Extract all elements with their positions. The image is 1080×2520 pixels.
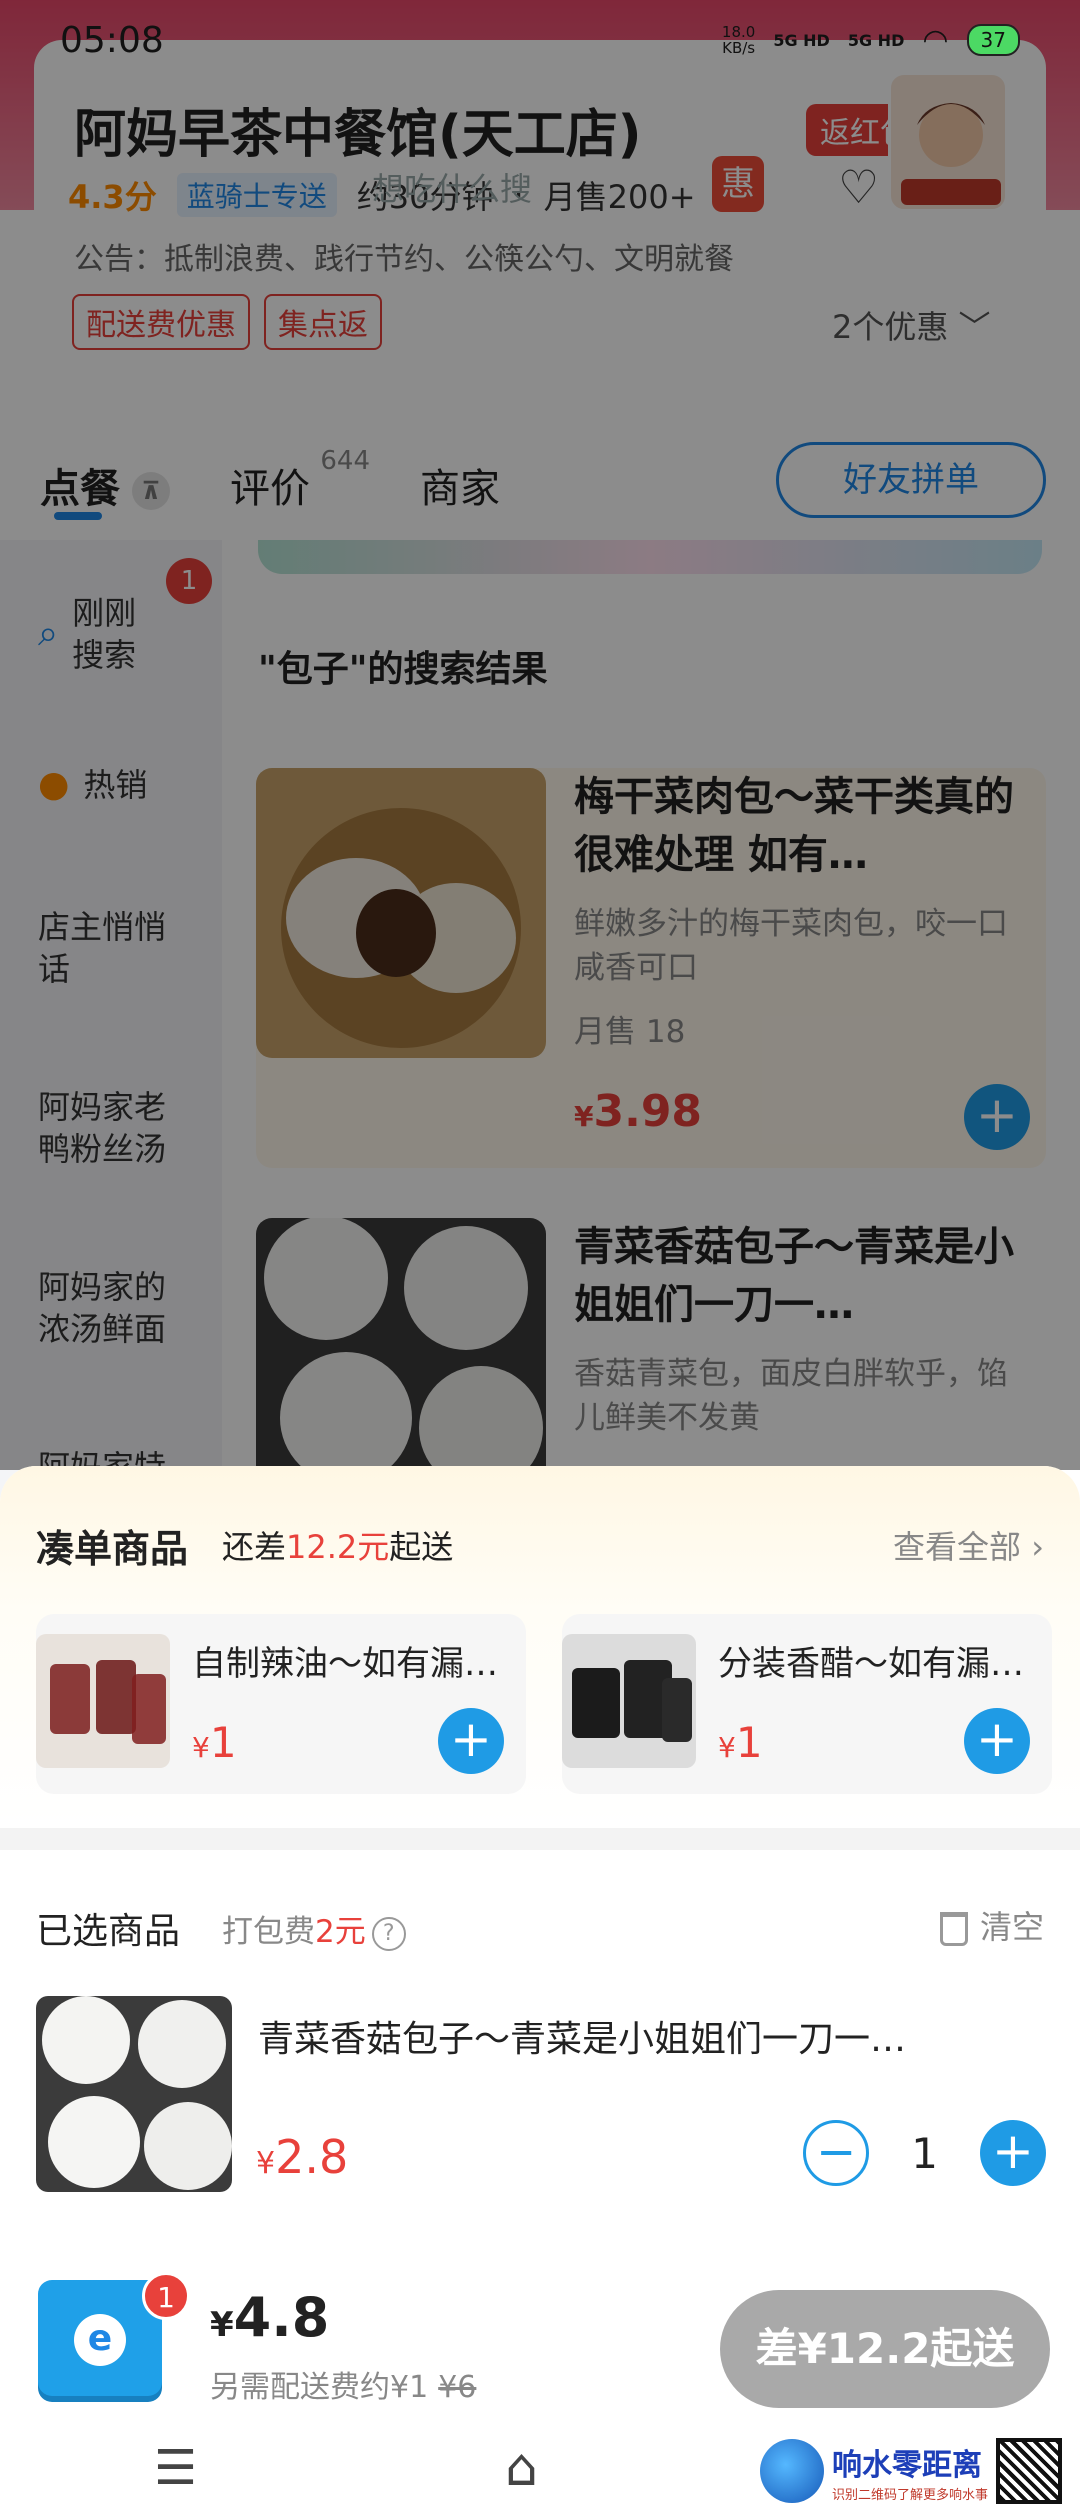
cart-bottom-sheet: 凑单商品 还差12.2元起送 查看全部 › 自制辣油～如有漏油、... ¥1 +…: [0, 1466, 1080, 2520]
combo-sub-prefix: 还差: [222, 1528, 287, 1566]
packing-fee-amount: 2元: [315, 1914, 366, 1950]
cart-badge: 1: [142, 2272, 190, 2320]
clear-cart-button[interactable]: 清空: [939, 1902, 1044, 1948]
checkout-button[interactable]: 差¥12.2起送: [720, 2290, 1050, 2408]
currency-symbol: ¥: [256, 2146, 276, 2181]
decrease-button[interactable]: −: [803, 2120, 870, 2186]
home-icon[interactable]: ⌂: [505, 2438, 538, 2498]
watermark-text: 响水零距离 识别二维码了解更多响水事: [832, 2440, 988, 2503]
price-value: 1: [735, 1718, 763, 1767]
selected-item: 青菜香菇包子～青菜是小姐姐们一刀一… ¥2.8 − 1 +: [36, 1996, 1046, 2196]
qr-code-icon: [996, 2438, 1063, 2504]
combo-sub-amount: 12.2元: [286, 1528, 390, 1566]
battery-icon: 37: [966, 24, 1020, 56]
combo-title: 凑单商品: [36, 1527, 189, 1571]
combo-item-image[interactable]: [36, 1634, 170, 1768]
selected-title: 已选商品: [36, 1911, 181, 1952]
packing-fee-label: 打包费: [222, 1914, 315, 1950]
section-divider: [0, 1828, 1080, 1850]
watermark-logo-icon: [760, 2439, 824, 2503]
cart-bar: 1 ¥4.8 另需配送费约¥1 ¥6 差¥12.2起送: [0, 2246, 1080, 2408]
combo-item-name: 自制辣油～如有漏油、...: [192, 1644, 512, 1684]
wifi-icon: ◠: [922, 22, 949, 58]
dim-overlay[interactable]: [0, 0, 1080, 1470]
combo-item[interactable]: 自制辣油～如有漏油、... ¥1 +: [36, 1614, 526, 1794]
selected-item-name: 青菜香菇包子～青菜是小姐姐们一刀一…: [258, 2019, 907, 2060]
combo-item-image[interactable]: [562, 1634, 696, 1768]
signal-1: 5G HD: [773, 30, 830, 50]
combo-item[interactable]: 分装香醋～如有漏油、... ¥1 +: [562, 1614, 1052, 1794]
currency-symbol: ¥: [192, 1731, 210, 1764]
status-icons: 18.0 KB/s 5G HD 5G HD ◠ 37: [722, 23, 1020, 58]
signal-2: 5G HD: [847, 30, 905, 50]
watermark-subtitle: 识别二维码了解更多响水事: [832, 2487, 989, 2503]
combo-item-price: ¥1: [718, 1718, 763, 1767]
total-value: 4.8: [233, 2286, 330, 2349]
clear-label: 清空: [979, 1908, 1044, 1946]
price-value: 2.8: [275, 2130, 349, 2184]
watermark: 响水零距离 识别二维码了解更多响水事: [760, 2426, 1070, 2516]
currency-symbol: ¥: [210, 2305, 234, 2345]
status-bar: 05:08 18.0 KB/s 5G HD 5G HD ◠ 37: [0, 0, 1080, 80]
selected-item-price: ¥2.8: [256, 2130, 348, 2184]
delivery-fee-note: 另需配送费约¥1 ¥6: [210, 2362, 476, 2406]
packing-fee: 打包费2元?: [222, 1906, 406, 1951]
combo-item-name: 分装香醋～如有漏油、...: [718, 1644, 1038, 1684]
menu-icon[interactable]: ☰: [154, 2440, 197, 2496]
price-value: 1: [209, 1718, 237, 1767]
delivery-note: 另需配送费约¥1: [210, 2370, 429, 2405]
selected-item-image[interactable]: [36, 1996, 232, 2192]
net-speed: 18.0 KB/s: [721, 23, 756, 57]
combo-subtitle: 还差12.2元起送: [222, 1522, 453, 1568]
watermark-title: 响水零距离: [832, 2447, 982, 2483]
add-button[interactable]: +: [964, 1708, 1030, 1774]
view-all-link[interactable]: 查看全部 ›: [893, 1522, 1044, 1568]
help-icon[interactable]: ?: [371, 1916, 406, 1951]
trash-icon: [939, 1912, 968, 1946]
delivery-original: ¥6: [438, 2370, 477, 2405]
status-time: 05:08: [60, 19, 164, 61]
quantity-value: 1: [911, 2128, 938, 2178]
currency-symbol: ¥: [718, 1731, 736, 1764]
quantity-stepper: − 1 +: [803, 2120, 1046, 2186]
cart-total: ¥4.8: [210, 2286, 329, 2349]
combo-item-price: ¥1: [192, 1718, 237, 1767]
combo-sub-suffix: 起送: [389, 1528, 454, 1566]
add-button[interactable]: +: [438, 1708, 504, 1774]
increase-button[interactable]: +: [980, 2120, 1046, 2186]
